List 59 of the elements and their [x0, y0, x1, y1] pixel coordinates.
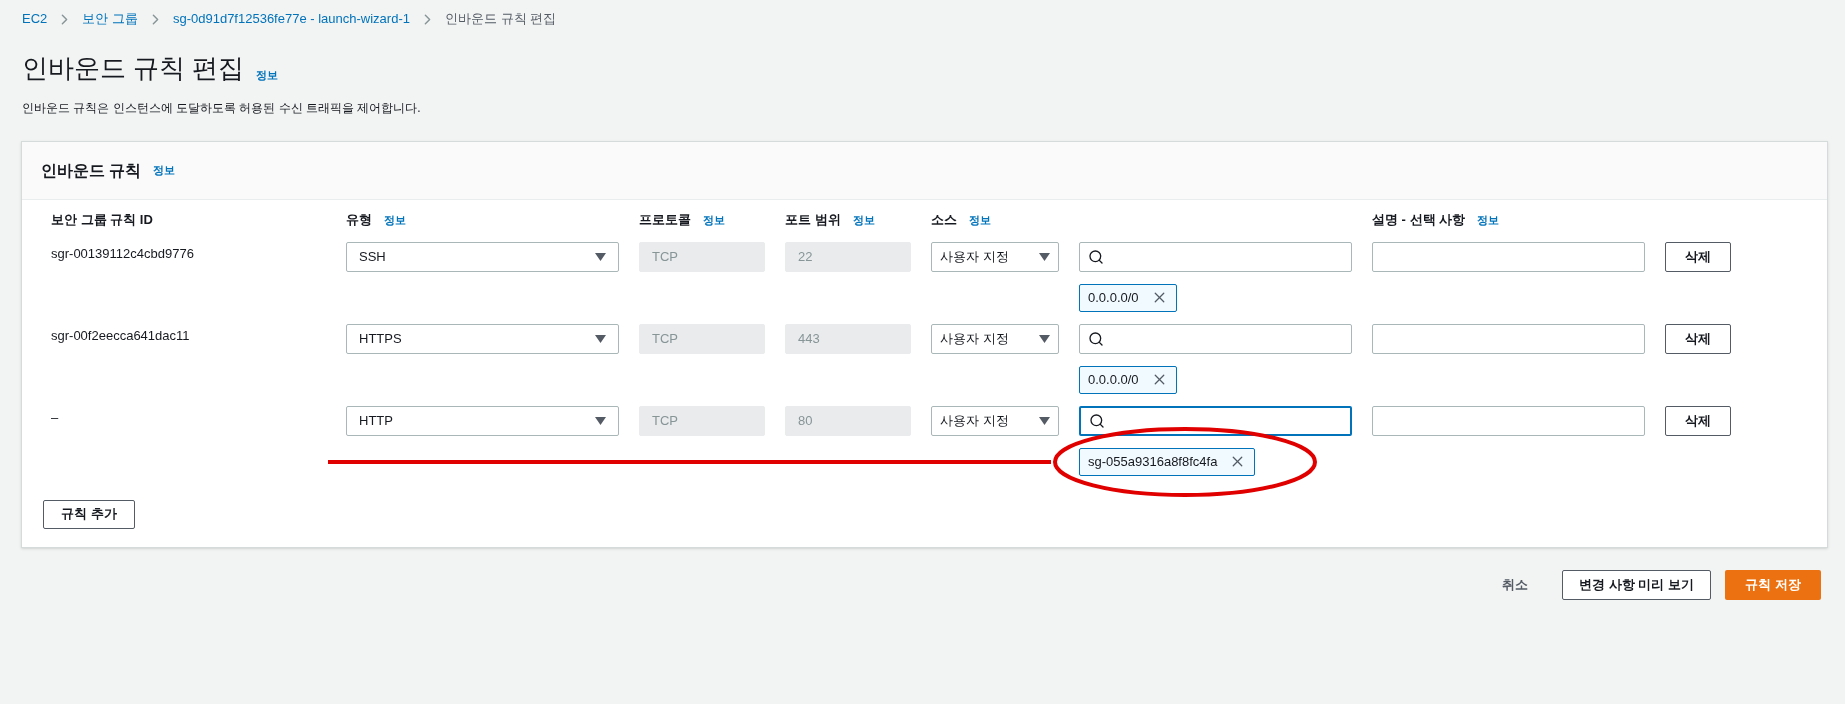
breadcrumb-link[interactable]: EC2: [22, 9, 48, 29]
source-type-select[interactable]: 사용자 지정: [931, 241, 1059, 272]
source-search-field[interactable]: [1079, 405, 1352, 436]
info-link[interactable]: 정보: [153, 162, 176, 179]
caret-icon: [595, 416, 606, 425]
caret-icon: [1039, 416, 1050, 425]
delete-button[interactable]: 삭제: [1665, 241, 1731, 272]
add-rule-button[interactable]: 규칙 추가: [43, 499, 135, 529]
info-link[interactable]: 정보: [852, 211, 875, 228]
description-field[interactable]: [1372, 323, 1645, 354]
description-field[interactable]: [1372, 405, 1645, 436]
token-label: 0.0.0.0/0: [1088, 370, 1139, 389]
info-link[interactable]: 정보: [969, 211, 991, 228]
info-link[interactable]: 정보: [1477, 211, 1500, 228]
source-search-field[interactable]: [1079, 323, 1352, 354]
type-select[interactable]: HTTP: [346, 405, 619, 436]
delete-button[interactable]: 삭제: [1665, 405, 1731, 436]
column-header: 포트 범위: [785, 211, 841, 229]
rule-id: sgr-00f2eecca641dac11: [51, 326, 191, 345]
breadcrumb-current: 인바운드 규칙 편집: [444, 10, 557, 29]
port-range-field: 443: [785, 323, 911, 354]
search-icon: [1088, 330, 1104, 347]
port-range-field: 80: [785, 405, 911, 436]
token-label: 0.0.0.0/0: [1088, 288, 1139, 307]
token-label: sg-055a9316a8f8fc4fa: [1088, 452, 1218, 471]
protocol-field: TCP: [639, 241, 765, 272]
page-description: 인바운드 규칙은 인스턴스에 도달하도록 허용된 수신 트래픽을 제어합니다.: [22, 100, 422, 117]
column-header: 설명 - 선택 사항: [1372, 211, 1466, 229]
port-range-field: 22: [785, 241, 911, 272]
source-type-select[interactable]: 사용자 지정: [931, 405, 1059, 436]
rule-id: –: [51, 408, 60, 427]
breadcrumb-link[interactable]: sg-0d91d7f12536fe77e - launch-wizard-1: [172, 9, 410, 29]
search-icon: [1089, 412, 1105, 429]
preview-changes-button[interactable]: 변경 사항 미리 보기: [1562, 569, 1711, 600]
column-header: 보안 그룹 규칙 ID: [51, 211, 153, 229]
column-header: 프로토콜: [639, 211, 691, 229]
column-header: 유형: [346, 211, 372, 229]
source-search-field[interactable]: [1079, 241, 1352, 272]
page-title: 인바운드 규칙 편집: [22, 53, 245, 83]
source-type-select[interactable]: 사용자 지정: [931, 323, 1059, 354]
caret-icon: [595, 252, 606, 261]
column-header: 소스: [931, 211, 957, 229]
cancel-button[interactable]: 취소: [1482, 569, 1548, 600]
protocol-field: TCP: [639, 405, 765, 436]
type-select[interactable]: HTTPS: [346, 323, 619, 354]
panel-title: 인바운드 규칙: [41, 160, 142, 181]
search-icon: [1088, 248, 1104, 265]
type-select[interactable]: SSH: [346, 241, 619, 272]
rule-id: sgr-00139112c4cbd9776: [51, 244, 195, 263]
breadcrumb-link[interactable]: 보안 그룹: [82, 9, 138, 29]
caret-icon: [1039, 252, 1050, 261]
delete-button[interactable]: 삭제: [1665, 323, 1731, 354]
caret-icon: [595, 334, 606, 343]
info-link[interactable]: 정보: [384, 211, 406, 228]
description-field[interactable]: [1372, 241, 1645, 272]
info-link[interactable]: 정보: [256, 66, 279, 83]
caret-icon: [1039, 334, 1050, 343]
protocol-field: TCP: [639, 323, 765, 354]
info-link[interactable]: 정보: [703, 211, 725, 228]
